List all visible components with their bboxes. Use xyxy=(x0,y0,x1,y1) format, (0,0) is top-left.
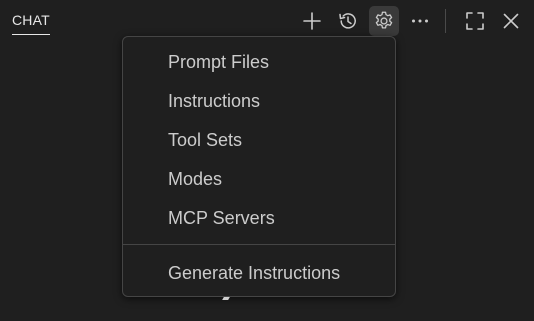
menu-item-prompt-files[interactable]: Prompt Files xyxy=(123,43,395,82)
ellipsis-icon xyxy=(409,10,431,32)
configure-chat-menu: Prompt Files Instructions Tool Sets Mode… xyxy=(122,36,396,297)
history-button[interactable] xyxy=(333,6,363,36)
close-button[interactable] xyxy=(496,6,526,36)
menu-item-mcp-servers[interactable]: MCP Servers xyxy=(123,199,395,238)
tab-chat[interactable]: CHAT xyxy=(12,11,50,35)
configure-chat-button[interactable] xyxy=(369,6,399,36)
menu-item-instructions[interactable]: Instructions xyxy=(123,82,395,121)
new-chat-button[interactable] xyxy=(297,6,327,36)
plus-icon xyxy=(302,11,322,31)
panel-toolbar xyxy=(291,6,526,36)
toolbar-divider xyxy=(445,9,446,33)
menu-item-modes[interactable]: Modes xyxy=(123,160,395,199)
history-icon xyxy=(337,10,359,32)
gear-icon xyxy=(373,10,395,32)
chat-panel: CHAT Prompt Files Instructions Tool Sets… xyxy=(0,0,534,321)
close-icon xyxy=(501,11,521,31)
menu-item-generate-instructions[interactable]: Generate Instructions xyxy=(123,254,395,293)
menu-divider xyxy=(123,244,395,245)
partial-glyph xyxy=(222,297,230,300)
more-actions-button[interactable] xyxy=(405,6,435,36)
menu-item-tool-sets[interactable]: Tool Sets xyxy=(123,121,395,160)
maximize-button[interactable] xyxy=(460,6,490,36)
maximize-icon xyxy=(464,10,486,32)
